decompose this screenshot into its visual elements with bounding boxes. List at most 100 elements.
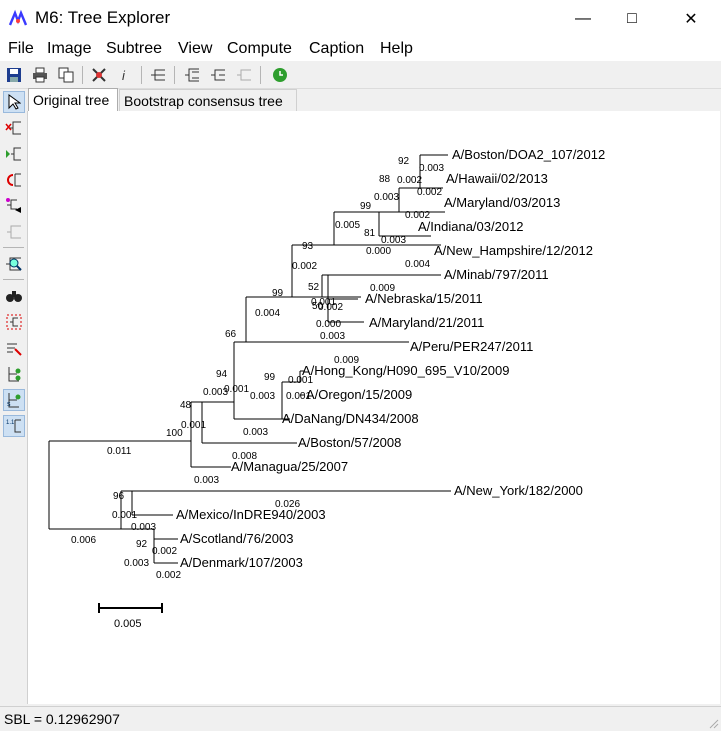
- branch-length: 0.009: [334, 355, 359, 366]
- compress-icon[interactable]: [3, 195, 25, 217]
- taxon-label: A/Peru/PER247/2011: [410, 339, 533, 354]
- title-bar: M6: Tree Explorer — □ ✕: [0, 0, 721, 37]
- topology-icon[interactable]: [3, 363, 25, 385]
- bootstrap-value: 94: [216, 369, 228, 380]
- branch-length: 0.002: [397, 175, 422, 186]
- branch-length: 0.002: [156, 570, 181, 581]
- print-icon[interactable]: [30, 65, 50, 85]
- taxon-label: A/DaNang/DN434/2008: [282, 411, 419, 426]
- branch-scale-icon[interactable]: 1.1: [3, 415, 25, 437]
- branch-length: 0.011: [107, 446, 132, 457]
- subtree-icon[interactable]: [148, 65, 168, 85]
- menu-compute[interactable]: Compute: [227, 40, 292, 58]
- branch-length: 0.005: [335, 220, 360, 231]
- taxon-label: A/Oregon/15/2009: [306, 387, 412, 402]
- bootstrap-value: 92: [398, 156, 410, 167]
- minimize-button[interactable]: —: [560, 0, 606, 37]
- bootstrap-value: 93: [302, 241, 314, 252]
- taxon-label: A/Denmark/107/2003: [180, 555, 303, 570]
- branch-length: 0.003: [250, 391, 275, 402]
- menu-file[interactable]: File: [8, 40, 34, 58]
- taxon-label: A/Maryland/03/2013: [444, 195, 560, 210]
- bootstrap-value: 96: [113, 491, 125, 502]
- taxon-label: A/New_Hampshire/12/2012: [434, 243, 593, 258]
- branch-length: 0.004: [255, 308, 280, 319]
- branch-length: 0.003: [124, 558, 149, 569]
- copy-icon[interactable]: [56, 65, 76, 85]
- menu-help[interactable]: Help: [380, 40, 413, 58]
- branch-length: 0.003: [381, 235, 406, 246]
- branch-length: 0.001: [286, 391, 311, 402]
- branch-length-icon[interactable]: s: [3, 389, 25, 411]
- tab-bootstrap-consensus[interactable]: Bootstrap consensus tree: [119, 89, 297, 111]
- maximize-button[interactable]: □: [609, 0, 655, 37]
- tab-original-tree[interactable]: Original tree: [28, 88, 118, 112]
- bootstrap-value: 99: [360, 201, 372, 212]
- tree-gray-icon[interactable]: [234, 65, 254, 85]
- taxon-labels: A/Boston/DOA2_107/2012 A/Hawaii/02/2013 A/…: [176, 147, 605, 570]
- clock-icon[interactable]: [270, 65, 290, 85]
- place-root-icon[interactable]: [3, 117, 25, 139]
- bootstrap-value: 81: [364, 228, 376, 239]
- phylogenetic-tree[interactable]: A/Boston/DOA2_107/2012 A/Hawaii/02/2013 A/…: [28, 111, 720, 704]
- save-icon[interactable]: [4, 65, 24, 85]
- menu-caption[interactable]: Caption: [309, 40, 364, 58]
- tree-layout-icon[interactable]: [182, 65, 202, 85]
- tree-canvas[interactable]: A/Boston/DOA2_107/2012 A/Hawaii/02/2013 A/…: [27, 111, 720, 704]
- find-icon[interactable]: [3, 285, 25, 307]
- taxon-label: A/Hawaii/02/2013: [446, 171, 548, 186]
- zoom-icon[interactable]: [3, 253, 25, 275]
- fit-window-icon[interactable]: [3, 311, 25, 333]
- options-icon[interactable]: [89, 65, 109, 85]
- menu-view[interactable]: View: [178, 40, 212, 58]
- branch-length: 0.006: [71, 535, 96, 546]
- branch-length: 0.003: [374, 192, 399, 203]
- branch-length: 0.003: [131, 522, 156, 533]
- tree-compress-icon[interactable]: [208, 65, 228, 85]
- branch-length: 0.003: [243, 427, 268, 438]
- menu-bar: File Image Subtree View Compute Caption …: [0, 37, 721, 61]
- bootstrap-value: 66: [225, 329, 237, 340]
- scale-label: 0.005: [114, 618, 142, 630]
- branch-length: 0.008: [232, 451, 257, 462]
- branch-length: 0.003: [419, 163, 444, 174]
- bootstrap-value: 99: [264, 372, 276, 383]
- tree-branches: [48, 154, 451, 564]
- info-icon[interactable]: i: [115, 65, 135, 85]
- branch-length: 0.002: [152, 546, 177, 557]
- taxon-label: A/Scotland/76/2003: [180, 531, 293, 546]
- taxon-label: A/New_York/182/2000: [454, 483, 583, 498]
- bootstrap-value: 48: [180, 400, 192, 411]
- toolbar: i: [0, 62, 721, 89]
- branch-length: 0.009: [370, 283, 395, 294]
- flip-subtree-icon[interactable]: [3, 143, 25, 165]
- branch-length: 0.003: [194, 475, 219, 486]
- node-marker-icon[interactable]: [3, 337, 25, 359]
- condense-icon[interactable]: [3, 221, 25, 243]
- branch-length: 0.003: [203, 387, 228, 398]
- menu-image[interactable]: Image: [47, 40, 91, 58]
- branch-length: 0.000: [316, 319, 341, 330]
- menu-subtree[interactable]: Subtree: [106, 40, 162, 58]
- taxon-label: A/Boston/DOA2_107/2012: [452, 147, 605, 162]
- branch-length: 0.004: [405, 259, 430, 270]
- taxon-label: A/Indiana/03/2012: [418, 219, 524, 234]
- swap-icon[interactable]: [3, 169, 25, 191]
- status-text: SBL = 0.12962907: [4, 711, 120, 727]
- pointer-icon[interactable]: [3, 91, 25, 113]
- tool-sidebar: s 1.1: [0, 89, 27, 704]
- svg-text:s: s: [7, 401, 11, 408]
- branch-length: 0.003: [320, 331, 345, 342]
- scale-bar: 0.005: [98, 603, 163, 630]
- taxon-label: A/Boston/57/2008: [298, 435, 401, 450]
- bootstrap-value: 88: [379, 174, 391, 185]
- branch-length: 0.002: [405, 210, 430, 221]
- close-button[interactable]: ✕: [668, 0, 714, 37]
- svg-text:i: i: [122, 68, 126, 83]
- branch-length: 0.001: [181, 420, 206, 431]
- taxon-label: A/Maryland/21/2011: [369, 315, 484, 330]
- resize-grip-icon[interactable]: [707, 717, 719, 729]
- taxon-label: A/Mexico/InDRE940/2003: [176, 507, 326, 522]
- tree-explorer-icon: [8, 9, 28, 26]
- branch-length: 0.002: [417, 187, 442, 198]
